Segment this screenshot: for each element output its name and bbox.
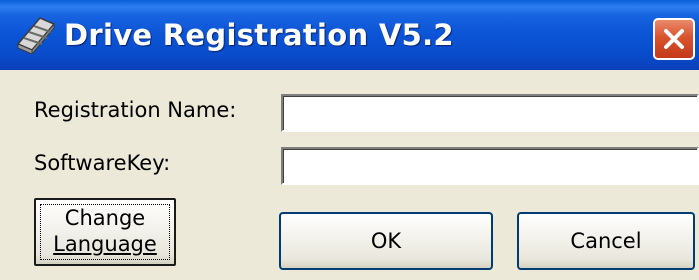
ok-button[interactable]: OK bbox=[279, 212, 493, 270]
software-key-input[interactable] bbox=[281, 147, 699, 185]
close-icon bbox=[664, 29, 684, 49]
change-language-line1: Change bbox=[64, 206, 146, 230]
drive-app-icon bbox=[16, 17, 56, 54]
registration-dialog: Drive Registration V5.2 Registration Nam… bbox=[0, 0, 699, 280]
registration-name-label: Registration Name: bbox=[34, 98, 237, 122]
software-key-label: SoftwareKey: bbox=[34, 151, 171, 175]
close-button[interactable] bbox=[653, 18, 695, 60]
cancel-label: Cancel bbox=[570, 229, 642, 253]
change-language-button[interactable]: Change Language bbox=[34, 198, 176, 266]
cancel-button[interactable]: Cancel bbox=[517, 212, 695, 270]
change-language-line2: Language bbox=[53, 232, 157, 256]
title-bar[interactable]: Drive Registration V5.2 bbox=[0, 0, 699, 70]
registration-name-input[interactable] bbox=[281, 94, 699, 132]
window-title: Drive Registration V5.2 bbox=[64, 18, 454, 52]
ok-label: OK bbox=[370, 229, 402, 253]
